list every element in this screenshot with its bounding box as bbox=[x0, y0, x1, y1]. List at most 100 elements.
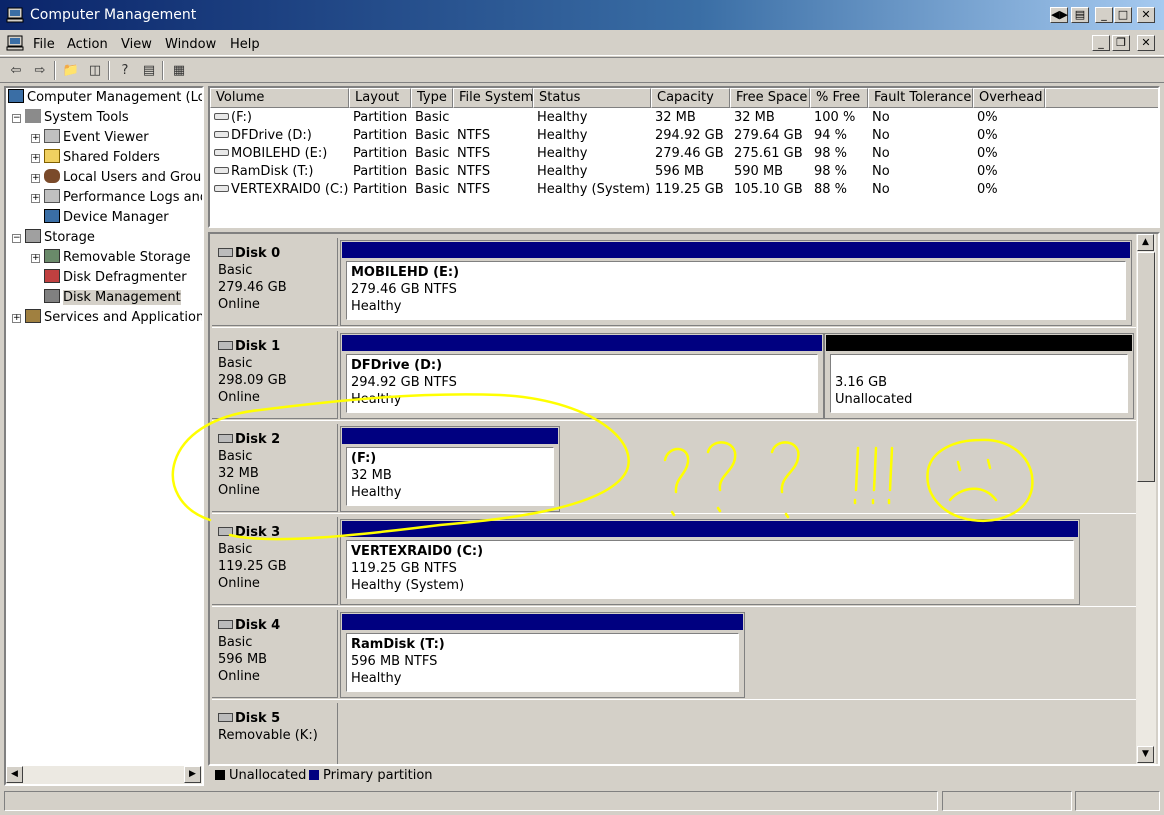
close-button[interactable]: ✕ bbox=[1137, 7, 1155, 23]
menu-view[interactable]: View bbox=[121, 37, 152, 52]
table-row[interactable]: VERTEXRAID0 (C:) Partition Basic NTFS Health… bbox=[210, 181, 1150, 199]
maximize-button[interactable]: □ bbox=[1114, 7, 1132, 23]
expand-icon[interactable]: + bbox=[31, 134, 40, 143]
expand-icon[interactable]: + bbox=[31, 254, 40, 263]
disk-info-2[interactable]: Disk 2 Basic 32 MB Online bbox=[212, 424, 338, 512]
table-cell-text: No bbox=[872, 182, 890, 197]
primary-partition[interactable]: (F:) 32 MB Healthy bbox=[340, 426, 560, 512]
column-header-status[interactable]: Status bbox=[533, 88, 651, 108]
back-arrow-icon[interactable]: ⇦ bbox=[6, 61, 26, 80]
column-header-fault-tolerance[interactable]: Fault Tolerance bbox=[868, 88, 973, 108]
table-cell: 0% bbox=[977, 145, 998, 163]
partition-size: 32 MB bbox=[351, 468, 392, 483]
minimize-button[interactable]: _ bbox=[1095, 7, 1113, 23]
disk-info-5[interactable]: Disk 5 Removable (K:) bbox=[212, 703, 338, 764]
child-close-button[interactable]: ✕ bbox=[1137, 35, 1155, 51]
table-cell: 275.61 GB bbox=[734, 145, 803, 163]
menu-window[interactable]: Window bbox=[165, 37, 216, 52]
tree-item-event-viewer[interactable]: + Event Viewer bbox=[31, 128, 149, 148]
child-minimize-button[interactable]: _ bbox=[1092, 35, 1110, 51]
tree-item-label: Removable Storage bbox=[63, 250, 191, 265]
partition-type-bar bbox=[342, 335, 822, 351]
primary-partition[interactable]: MOBILEHD (E:) 279.46 GB NTFS Healthy bbox=[340, 240, 1132, 326]
table-cell-text: Healthy bbox=[537, 128, 588, 143]
tree-item-disk-management[interactable]: Disk Management bbox=[44, 288, 181, 308]
table-row[interactable]: RamDisk (T:) Partition Basic NTFS Healthy 596… bbox=[210, 163, 1150, 181]
scroll-up-icon[interactable]: ▲ bbox=[1137, 234, 1154, 251]
tree-item-device-manager[interactable]: Device Manager bbox=[44, 208, 169, 228]
tree-item-disk-defragmenter[interactable]: Disk Defragmenter bbox=[44, 268, 187, 288]
tile-button[interactable]: ▤ bbox=[1071, 7, 1089, 23]
tree-item-removable-storage[interactable]: + Removable Storage bbox=[31, 248, 191, 268]
column-header-free-space[interactable]: Free Space bbox=[730, 88, 810, 108]
collapse-icon[interactable]: − bbox=[12, 114, 21, 123]
column-header-volume[interactable]: Volume bbox=[210, 88, 349, 108]
tree-item-system-tools[interactable]: − System Tools bbox=[12, 108, 129, 128]
column-header-layout[interactable]: Layout bbox=[349, 88, 411, 108]
disk-graphical-view[interactable]: Disk 0 Basic 279.46 GB Online MOBILEHD (E:) 2… bbox=[208, 232, 1160, 766]
disk-settings-icon[interactable]: ▦ bbox=[169, 61, 189, 80]
scroll-thumb[interactable] bbox=[1137, 252, 1155, 482]
primary-partition[interactable]: RamDisk (T:) 596 MB NTFS Healthy bbox=[340, 612, 745, 698]
expand-icon[interactable]: + bbox=[31, 154, 40, 163]
volume-list[interactable]: Volume Layout Type File System Status Ca… bbox=[208, 86, 1160, 228]
tree-horizontal-scrollbar[interactable]: ◀ ▶ bbox=[6, 766, 202, 784]
table-row[interactable]: (F:) Partition Basic Healthy 32 MB 32 MB 100 %… bbox=[210, 109, 1150, 127]
menu-action[interactable]: Action bbox=[67, 37, 108, 52]
column-header-file-system[interactable]: File System bbox=[453, 88, 533, 108]
tree-item-local-users[interactable]: + Local Users and Group bbox=[31, 168, 202, 188]
drive-icon bbox=[214, 185, 229, 192]
table-cell: 294.92 GB bbox=[655, 127, 724, 145]
menu-help[interactable]: Help bbox=[230, 37, 260, 52]
primary-partition[interactable]: VERTEXRAID0 (C:) 119.25 GB NTFS Healthy (S… bbox=[340, 519, 1080, 605]
table-cell: DFDrive (D:) bbox=[214, 127, 312, 145]
disk-info-1[interactable]: Disk 1 Basic 298.09 GB Online bbox=[212, 331, 338, 419]
column-header-type[interactable]: Type bbox=[411, 88, 453, 108]
column-header-capacity[interactable]: Capacity bbox=[651, 88, 730, 108]
show-tree-icon[interactable]: ◫ bbox=[85, 61, 105, 80]
forward-arrow-icon[interactable]: ⇨ bbox=[30, 61, 50, 80]
tree-item-shared-folders[interactable]: + Shared Folders bbox=[31, 148, 160, 168]
disk-view-vertical-scrollbar[interactable]: ▲ ▼ bbox=[1136, 234, 1156, 764]
tree-item-storage[interactable]: − Storage bbox=[12, 228, 95, 248]
partition-details: MOBILEHD (E:) 279.46 GB NTFS Healthy bbox=[346, 261, 1126, 320]
disk-info-4[interactable]: Disk 4 Basic 596 MB Online bbox=[212, 610, 338, 698]
table-cell-text: NTFS bbox=[457, 164, 491, 179]
disk-name-text: Disk 4 bbox=[235, 618, 281, 633]
tree-item-performance-logs[interactable]: + Performance Logs and bbox=[31, 188, 202, 208]
mmc-icon[interactable] bbox=[6, 35, 24, 51]
table-cell-text: No bbox=[872, 128, 890, 143]
scroll-down-icon[interactable]: ▼ bbox=[1137, 746, 1154, 763]
disk-info-0[interactable]: Disk 0 Basic 279.46 GB Online bbox=[212, 238, 338, 326]
primary-partition[interactable]: DFDrive (D:) 294.92 GB NTFS Healthy bbox=[340, 333, 824, 419]
table-cell: Basic bbox=[415, 163, 449, 181]
disk-type-text: Basic bbox=[218, 635, 253, 650]
menu-file[interactable]: File bbox=[33, 37, 55, 52]
expand-icon[interactable]: + bbox=[12, 314, 21, 323]
storage-icon bbox=[25, 229, 41, 243]
table-row[interactable]: DFDrive (D:) Partition Basic NTFS Healthy 294… bbox=[210, 127, 1150, 145]
disk-row-separator bbox=[212, 513, 1140, 514]
child-restore-button[interactable]: ❐ bbox=[1112, 35, 1130, 51]
properties-icon[interactable]: ▤ bbox=[139, 61, 159, 80]
disk-type-text: Basic bbox=[218, 449, 253, 464]
up-folder-icon[interactable]: 📁 bbox=[61, 61, 81, 80]
unallocated-partition[interactable]: 3.16 GB Unallocated bbox=[824, 333, 1134, 419]
expand-icon[interactable]: + bbox=[31, 174, 40, 183]
help-icon[interactable]: ? bbox=[115, 61, 135, 80]
tree-item-computer-management[interactable]: Computer Management (Loc bbox=[8, 88, 202, 108]
collapse-icon[interactable]: − bbox=[12, 234, 21, 243]
restore-pane-button[interactable]: ◀▶ bbox=[1050, 7, 1068, 23]
tree-item-services-applications[interactable]: + Services and Applications bbox=[12, 308, 202, 328]
scroll-left-icon[interactable]: ◀ bbox=[6, 766, 23, 783]
table-cell: 279.64 GB bbox=[734, 127, 803, 145]
expand-icon[interactable]: + bbox=[31, 194, 40, 203]
console-tree[interactable]: Computer Management (Loc − System Tools +… bbox=[4, 86, 204, 786]
table-row[interactable]: MOBILEHD (E:) Partition Basic NTFS Healthy 27… bbox=[210, 145, 1150, 163]
scroll-right-icon[interactable]: ▶ bbox=[184, 766, 201, 783]
column-header-percent-free[interactable]: % Free bbox=[810, 88, 868, 108]
partition-status: Healthy bbox=[351, 485, 402, 500]
disk-info-3[interactable]: Disk 3 Basic 119.25 GB Online bbox=[212, 517, 338, 605]
table-cell-text: NTFS bbox=[457, 128, 491, 143]
column-header-overhead[interactable]: Overhead bbox=[973, 88, 1045, 108]
